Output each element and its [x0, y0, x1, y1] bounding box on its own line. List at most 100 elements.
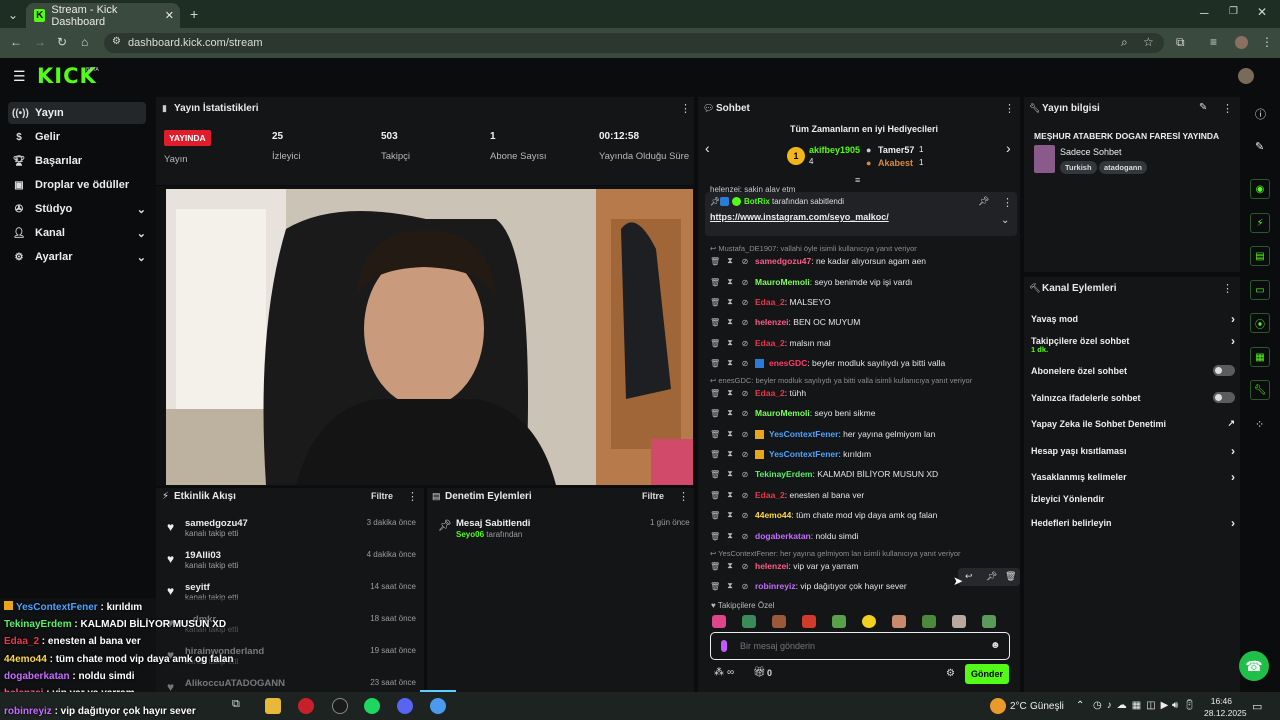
pinned-link[interactable]: https://www.instagram.com/seyo_malkoc/ [710, 212, 889, 222]
sidebar-item-gelir[interactable]: $ Gelir [8, 126, 146, 148]
ban-icon[interactable]: ⊘ [740, 359, 750, 368]
subscribers-only-row[interactable]: Abonelere özel sohbet [1031, 365, 1235, 376]
chevron-down-icon[interactable]: ⌄ [1001, 215, 1009, 226]
timeout-icon[interactable]: ⧗ [725, 408, 735, 418]
chevron-left-icon[interactable]: ‹ [705, 140, 710, 156]
emote-icon[interactable] [712, 615, 726, 628]
pinned-menu-icon[interactable]: ⋮ [1002, 196, 1013, 209]
send-button[interactable]: Gönder [965, 664, 1009, 684]
emote-only-toggle[interactable] [1213, 392, 1235, 403]
delete-icon[interactable]: 🗑︎ [710, 532, 720, 541]
home-icon[interactable]: ⌂ [81, 35, 88, 49]
timeout-icon[interactable]: ⧗ [725, 338, 735, 348]
slow-mode-row[interactable]: Yavaş mod › [1031, 312, 1235, 326]
broadcast-rail-icon[interactable]: ⦿ [1250, 313, 1270, 333]
ban-icon[interactable]: ⊘ [740, 318, 750, 327]
ban-icon[interactable]: ⊘ [740, 582, 750, 591]
site-info-icon[interactable]: ⚙ [112, 36, 121, 47]
microphone-icon[interactable] [721, 640, 727, 652]
info-icon[interactable]: ⓘ [1255, 106, 1266, 122]
chat-settings-icon[interactable]: ⚙ [946, 668, 955, 679]
ban-icon[interactable]: ⊘ [740, 257, 750, 266]
sidebar-item-droplar[interactable]: ▣ Droplar ve ödüller [8, 174, 146, 196]
layout-icon[interactable]: ▦ [1250, 347, 1270, 367]
delete-icon[interactable]: 🗑︎ [710, 339, 720, 348]
delete-icon[interactable]: 🗑︎ [710, 359, 720, 368]
sidebar-item-studyo[interactable]: ✇ Stüdyo ⌄ [8, 198, 146, 220]
tray-chevron-icon[interactable]: ⌃ [1076, 700, 1084, 711]
system-tray-icons[interactable]: ◷♪☁▦◫▶ [1093, 700, 1173, 711]
activity-menu-icon[interactable]: ⋮ [407, 490, 418, 503]
tab-search-icon[interactable]: ⌄ [8, 8, 18, 22]
spotify-icon[interactable] [364, 698, 380, 714]
chat-message[interactable]: 🗑︎ ⧗ ⊘ MauroMemoli: seyo benimde vip işi va… [710, 277, 1010, 287]
emote-icon[interactable] [832, 615, 846, 628]
emote-only-row[interactable]: Yalnızca ifadelerle sohbet [1031, 392, 1235, 403]
category-name[interactable]: Sadece Sohbet [1060, 147, 1122, 157]
delete-icon[interactable]: 🗑︎ [710, 278, 720, 287]
delete-icon[interactable]: 🗑︎ [710, 318, 720, 327]
emote-icon[interactable] [922, 615, 936, 628]
delete-icon[interactable]: 🗑︎ [710, 298, 720, 307]
delete-icon[interactable]: 🗑︎ [710, 470, 720, 479]
support-chat-icon[interactable]: ☎ [1239, 651, 1269, 681]
ban-icon[interactable]: ⊘ [740, 430, 750, 439]
chat-message[interactable]: 🗑︎ ⧗ ⊘ YesContextFener: her yayına gelmiyom… [710, 429, 1010, 439]
stats-menu-icon[interactable]: ⋮ [680, 102, 691, 115]
apps-icon[interactable]: ⁘ [1255, 418, 1264, 431]
banned-words-row[interactable]: Yasaklanmış kelimeler › [1031, 470, 1235, 484]
task-view-icon[interactable]: ⧉ [232, 698, 248, 714]
close-window-icon[interactable]: ✕ [1257, 5, 1267, 19]
back-icon[interactable]: ← [10, 35, 22, 49]
host-row[interactable]: İzleyici Yönlendir [1031, 494, 1235, 504]
close-tab-icon[interactable]: ✕ [165, 9, 174, 22]
weather-icon[interactable] [990, 698, 1006, 714]
minimize-icon[interactable]: ─ [1200, 6, 1209, 20]
chat-message[interactable]: 🗑︎ ⧗ ⊘ samedgozu47: ne kadar alıyorsun agam… [710, 256, 1010, 266]
chat-message[interactable]: 🗑︎ ⧗ ⊘ YesContextFener: kırıldım [710, 449, 1010, 459]
edit-icon[interactable]: ✎ [1199, 102, 1207, 113]
obs-icon[interactable] [332, 698, 348, 714]
stream-video-preview[interactable] [166, 189, 693, 485]
moderation-filter-button[interactable]: Filtre [642, 491, 664, 501]
chat-message[interactable]: 🗑︎ ⧗ ⊘ Edaa_2: tühh [710, 388, 1010, 398]
new-tab-button[interactable]: + [190, 6, 198, 22]
browser-tab[interactable]: K Stream - Kick Dashboard ✕ [26, 3, 180, 28]
unpin-icon[interactable]: 📌︎ [978, 196, 989, 207]
clock-date[interactable]: 28.12.2025 [1204, 708, 1247, 718]
notifications-icon[interactable]: ▭ [1252, 700, 1262, 713]
emote-icon[interactable] [892, 615, 906, 628]
zoom-icon[interactable]: ⌕ [1121, 35, 1128, 50]
delete-icon[interactable]: 🗑︎ [710, 582, 720, 591]
ban-icon[interactable]: ⊘ [740, 470, 750, 479]
followers-only-row[interactable]: Takipçilere özel sohbet › [1031, 334, 1235, 348]
timeout-icon[interactable]: ⧗ [725, 388, 735, 398]
delete-icon[interactable]: 🗑︎ [710, 389, 720, 398]
timeout-icon[interactable]: ⧗ [725, 581, 735, 591]
timeout-icon[interactable]: ⧗ [725, 469, 735, 479]
chat-message[interactable]: 🗑︎ ⧗ ⊘ Edaa_2: malsın mal [710, 338, 1010, 348]
timeout-icon[interactable]: ⧗ [725, 429, 735, 439]
timeout-icon[interactable]: ⧗ [725, 317, 735, 327]
network-volume-icons[interactable]: 🔊︎🔋︎ [1172, 700, 1201, 711]
ban-icon[interactable]: ⊘ [740, 339, 750, 348]
emote-icon[interactable] [862, 615, 876, 628]
emote-icon[interactable] [742, 615, 756, 628]
discord-icon[interactable] [397, 698, 413, 714]
timeout-icon[interactable]: ⧗ [725, 297, 735, 307]
delete-icon[interactable]: 🗑︎ [710, 511, 720, 520]
camera-icon[interactable]: ◉ [1250, 179, 1270, 199]
forward-icon[interactable]: → [34, 35, 46, 49]
ban-icon[interactable]: ⊘ [740, 450, 750, 459]
tag-pill[interactable]: Turkish [1060, 161, 1097, 174]
delete-icon[interactable]: 🗑︎ [710, 450, 720, 459]
goals-row[interactable]: Hedefleri belirleyin › [1031, 516, 1235, 530]
emoji-icon[interactable]: ☻ [990, 640, 1001, 651]
chrome-icon[interactable] [430, 698, 446, 714]
emote-icon[interactable] [802, 615, 816, 628]
restore-icon[interactable]: ❐ [1229, 6, 1238, 17]
delete-icon[interactable]: 🗑︎ [710, 491, 720, 500]
ban-icon[interactable]: ⊘ [740, 511, 750, 520]
pin-message-icon[interactable]: 📌︎ [986, 571, 997, 582]
sidebar-item-basarilar[interactable]: 🏆︎ Başarılar [8, 150, 146, 172]
